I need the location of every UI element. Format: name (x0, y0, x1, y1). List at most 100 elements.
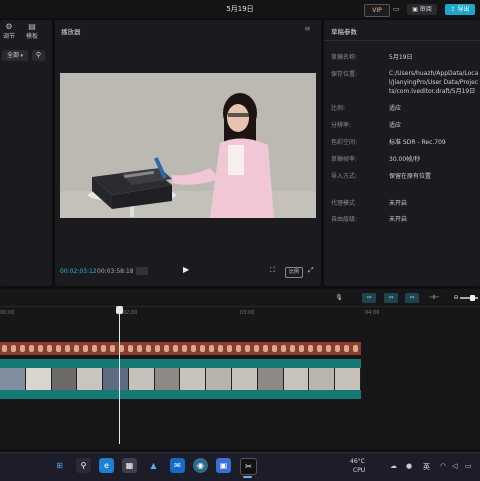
store-icon: ▦ (125, 461, 134, 470)
preview-axis-button[interactable]: ⇔ (405, 293, 419, 303)
thumbnail (77, 368, 104, 390)
capcut-icon: ✂ (245, 462, 252, 471)
fullscreen-fit-button[interactable]: ⛶ (270, 266, 275, 275)
thumbnail (128, 368, 155, 390)
axis-icon: ⇔ (409, 294, 415, 301)
search-taskbar-button[interactable]: ⚲ (76, 458, 91, 473)
param-value: 标准 SDR - Rec.709 (389, 139, 446, 146)
link-icon: ⇔ (366, 294, 372, 301)
param-value: 适应 (389, 105, 402, 112)
mail-icon: ✉ (174, 461, 181, 470)
temperature-readout: 46°C (350, 458, 365, 465)
expand-icon: ⤢ (308, 266, 314, 274)
template-icon: ▤ (28, 22, 36, 31)
zoom-slider[interactable] (460, 297, 478, 299)
filter-label: 全部 (6, 52, 19, 59)
search-button[interactable]: ⚲ (32, 50, 45, 61)
thumbnail (309, 368, 336, 390)
param-value: 5月19日 (389, 54, 413, 61)
thumbnail (257, 368, 284, 390)
export-button[interactable]: ⇪ 导出 (445, 4, 475, 15)
tab-adjust[interactable]: ⚙ 调节 (0, 22, 21, 40)
param-label: 草稿名称: (331, 54, 358, 61)
ratio-button[interactable]: 比例 (285, 267, 303, 278)
thumbnail (0, 368, 26, 390)
windows-start-button[interactable]: ⊞ (52, 458, 67, 473)
photos-icon: ▲ (150, 461, 157, 470)
editor-button[interactable]: ▣ (216, 458, 231, 473)
vip-button[interactable]: VIP (364, 4, 390, 17)
player-title: 播放器 (61, 28, 81, 36)
chain-icon: ⇔ (388, 294, 394, 301)
playhead-handle[interactable] (116, 306, 123, 314)
ime-indicator[interactable]: 英 (423, 462, 430, 472)
param-label: 比例: (331, 105, 346, 112)
capcut-button[interactable]: ✂ (240, 458, 257, 475)
link-audio-button[interactable]: ⇔ (384, 293, 398, 303)
mail-button[interactable]: ✉ (170, 458, 185, 473)
search-icon: ⚲ (35, 51, 42, 59)
link-main-track-button[interactable]: ⇔ (362, 293, 376, 303)
divider (0, 306, 480, 307)
param-label: 色彩空间: (331, 139, 358, 146)
editor-icon: ▣ (219, 461, 228, 470)
param-label: 导入方式: (331, 173, 358, 180)
thumbnail (283, 368, 310, 390)
time-tick: 02:00 (123, 310, 138, 316)
review-button[interactable]: ▣ 审阅 (407, 4, 437, 15)
param-value: C:/Users/huazh/AppData/Local/JianyingPro… (389, 70, 479, 95)
split-icon: ⊣⊢ (428, 294, 440, 301)
thumbnail (103, 368, 129, 390)
store-button[interactable]: ▦ (122, 458, 137, 473)
layout-icon[interactable]: ▭ (393, 5, 400, 13)
time-tick: 03:00 (240, 310, 255, 316)
edge-icon: e (104, 461, 109, 470)
photos-button[interactable]: ▲ (146, 458, 161, 473)
zoom-slider-handle[interactable] (470, 295, 475, 301)
param-label: 分辨率: (331, 122, 352, 129)
audio-clip[interactable] (0, 342, 361, 355)
microphone-button[interactable]: 🎙 (332, 293, 346, 303)
menu-icon[interactable]: ≡ (304, 24, 311, 33)
split-button[interactable]: ⊣⊢ (427, 293, 441, 303)
divider (324, 40, 480, 41)
current-time: 00:02:03:12 (60, 268, 97, 275)
cpu-label: CPU (353, 467, 366, 474)
ime-mode-icon[interactable]: ● (406, 462, 412, 470)
video-thumbnails (0, 368, 361, 390)
param-value: 保留在原有位置 (389, 173, 432, 180)
edge-button[interactable]: e (99, 458, 114, 473)
export-label: 导出 (457, 6, 470, 13)
media-app-button[interactable]: ◉ (193, 458, 208, 473)
param-label: 草稿帧率: (331, 156, 358, 163)
volume-icon[interactable]: ◁ (452, 462, 457, 470)
play-button[interactable]: ▶ (183, 265, 189, 274)
search-icon: ⚲ (80, 461, 87, 470)
thumbnail (206, 368, 233, 390)
thumbnail (25, 368, 52, 390)
review-icon: ▣ (412, 6, 418, 13)
tab-template[interactable]: ▤ 模板 (20, 22, 44, 40)
microphone-icon: 🎙 (335, 294, 343, 301)
fullscreen-button[interactable]: ⤢ (308, 266, 314, 275)
media-icon: ◉ (197, 461, 204, 470)
thumbnail (335, 368, 361, 390)
waveform-icon (136, 267, 148, 275)
cloud-icon[interactable]: ☁ (390, 462, 397, 470)
param-value: 未开启 (389, 200, 408, 207)
thumbnail (51, 368, 78, 390)
param-value: 30.00帧/秒 (389, 156, 421, 163)
param-label: 保存位置: (331, 71, 358, 78)
video-preview[interactable] (60, 73, 316, 218)
playhead[interactable] (119, 307, 120, 444)
battery-icon[interactable]: ▭ (465, 462, 472, 470)
filter-icon: ▾ (18, 53, 24, 59)
wifi-icon[interactable]: ◠ (440, 462, 446, 470)
upload-icon: ⇪ (450, 6, 456, 13)
param-label: 自由层级: (331, 216, 358, 223)
time-tick: 00:00 (0, 310, 15, 316)
filter-dropdown[interactable]: 全部 ▾ (2, 50, 28, 61)
active-app-indicator (243, 476, 252, 478)
params-title: 草稿参数 (331, 28, 357, 36)
windows-icon: ⊞ (56, 461, 63, 470)
